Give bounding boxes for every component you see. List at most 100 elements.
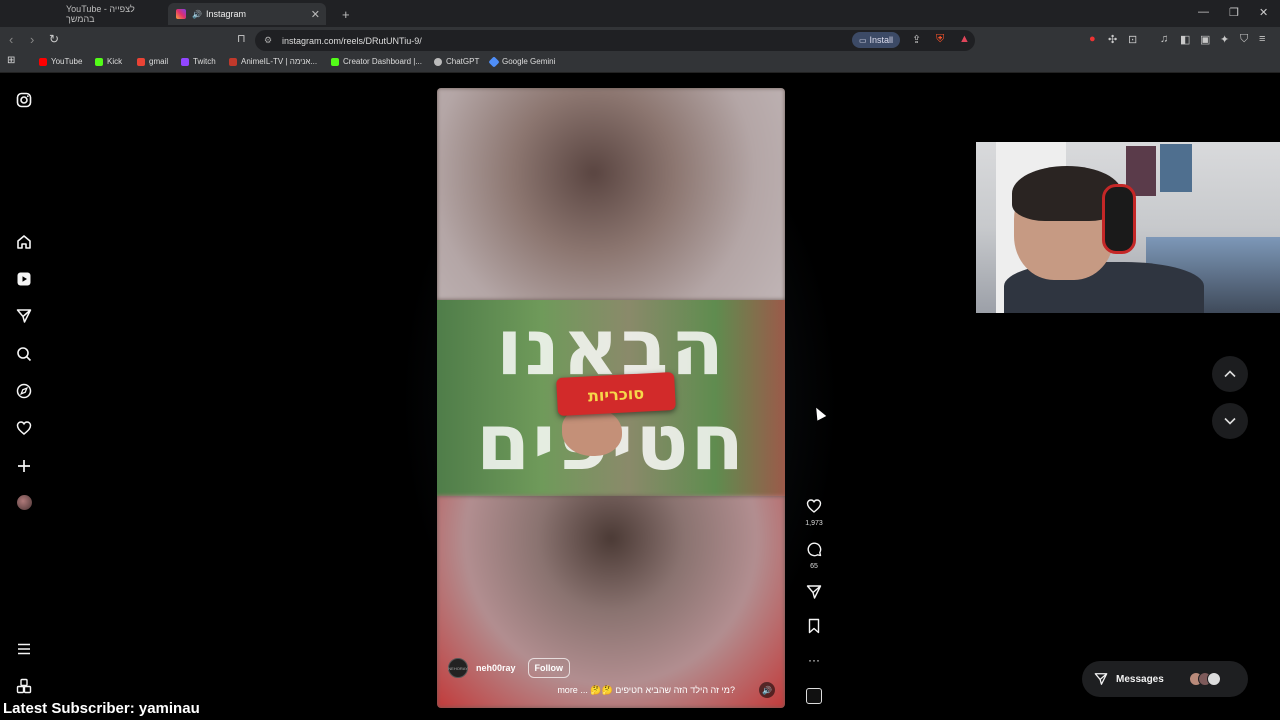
bookmark-label: Creator Dashboard |... bbox=[343, 57, 423, 66]
bookmark-creator-dashboard[interactable]: Creator Dashboard |... bbox=[331, 57, 422, 66]
heart-icon bbox=[803, 498, 825, 517]
search-icon[interactable] bbox=[16, 346, 32, 362]
notifications-heart-icon[interactable] bbox=[16, 420, 32, 436]
bookmark-animeil[interactable]: AnimeIL-TV | אנימה... bbox=[229, 57, 317, 66]
menu-hamburger-icon[interactable] bbox=[16, 641, 32, 657]
new-tab-button[interactable]: + bbox=[334, 3, 358, 25]
webcam-headset bbox=[1102, 184, 1136, 254]
share-icon[interactable]: ⇪ bbox=[912, 33, 921, 46]
bookmark-chatgpt[interactable]: ChatGPT bbox=[434, 57, 479, 66]
pinned-tab-youtube[interactable] bbox=[4, 3, 22, 25]
create-plus-icon[interactable] bbox=[16, 458, 32, 474]
messages-button[interactable]: Messages bbox=[1082, 661, 1248, 697]
tab-instagram[interactable]: 🔊 Instagram ✕ bbox=[168, 3, 326, 25]
direct-send-icon bbox=[803, 584, 825, 603]
bookmark-label: Twitch bbox=[193, 57, 216, 66]
reel-caption[interactable]: more ... 🤔🤔 מי זה הילד הזה שהביא חטיפים? bbox=[545, 685, 735, 696]
monitor-icon: ▭ bbox=[858, 35, 867, 45]
reel-video[interactable]: הבאנו חטיפים סוכריות NEHORAY neh00ray Fo… bbox=[437, 88, 785, 708]
share-button[interactable] bbox=[803, 584, 825, 603]
bookmark-label: YouTube bbox=[51, 57, 83, 66]
bookmark-kick[interactable]: Kick bbox=[95, 57, 122, 66]
reels-icon[interactable] bbox=[16, 271, 32, 287]
like-button[interactable]: 1,973 bbox=[803, 498, 825, 527]
url-text: instagram.com/reels/DRutUNTiu-9/ bbox=[282, 35, 422, 46]
direct-send-icon[interactable] bbox=[16, 308, 32, 324]
chevron-down-icon bbox=[1224, 417, 1236, 425]
bookmark-label: Google Gemini bbox=[502, 57, 556, 66]
kick-icon bbox=[331, 57, 339, 66]
bookmark-label: AnimeIL-TV | אנימה... bbox=[241, 57, 318, 66]
site-info-icon[interactable]: ⚙ bbox=[264, 35, 272, 46]
more-dots-icon: ··· bbox=[808, 653, 820, 667]
video-frame-middle: הבאנו חטיפים סוכריות bbox=[437, 300, 785, 496]
comment-count: 65 bbox=[810, 563, 818, 570]
extensions-icon[interactable]: ✣ bbox=[1108, 33, 1117, 46]
apps-grid-icon[interactable]: ⊞ bbox=[7, 55, 15, 66]
browser-tab-bar: YouTube - לצפייה בהמשך 🔊 Instagram ✕ + —… bbox=[0, 0, 1280, 27]
back-icon[interactable]: ‹ bbox=[9, 32, 13, 47]
speaker-mute-icon[interactable]: 🔊 bbox=[759, 682, 775, 698]
animeil-icon bbox=[229, 57, 237, 66]
screenshot-icon[interactable]: ⊡ bbox=[1128, 33, 1137, 46]
audio-source-button[interactable] bbox=[803, 688, 825, 704]
bookmark-page-icon[interactable]: ⊓ bbox=[237, 32, 246, 45]
record-extension-icon[interactable]: ● bbox=[1089, 33, 1096, 45]
home-icon[interactable] bbox=[16, 234, 32, 250]
next-reel-button[interactable] bbox=[1212, 403, 1248, 439]
author-username[interactable]: neh00ray bbox=[476, 663, 516, 673]
instagram-icon bbox=[176, 9, 186, 19]
bookmark-gemini[interactable]: Google Gemini bbox=[488, 55, 556, 68]
messages-label: Messages bbox=[1116, 673, 1164, 685]
message-avatar bbox=[1206, 672, 1221, 686]
chatgpt-icon bbox=[434, 57, 442, 66]
bookmark-label: gmail bbox=[149, 57, 169, 66]
maximize-icon[interactable]: ❐ bbox=[1229, 6, 1239, 19]
author-avatar[interactable]: NEHORAY bbox=[448, 658, 468, 678]
close-icon[interactable]: ✕ bbox=[311, 8, 320, 21]
reel-author: NEHORAY neh00ray Follow bbox=[448, 658, 571, 678]
bookmark-label: Kick bbox=[107, 57, 123, 66]
like-count: 1,973 bbox=[805, 520, 823, 527]
tab-youtube-watch-later[interactable]: YouTube - לצפייה בהמשך bbox=[58, 3, 166, 25]
forward-icon[interactable]: › bbox=[30, 32, 34, 47]
latest-subscriber-overlay: Latest Subscriber: yaminau bbox=[3, 700, 200, 717]
sidebar-toggle-icon[interactable]: ◧ bbox=[1180, 33, 1190, 46]
apps-grid-icon[interactable] bbox=[16, 678, 32, 694]
bookmark-youtube[interactable]: YouTube bbox=[39, 57, 82, 66]
instagram-icon[interactable] bbox=[16, 92, 32, 108]
kick-icon bbox=[95, 57, 103, 66]
previous-reel-button[interactable] bbox=[1212, 356, 1248, 392]
wallet-icon[interactable]: ▣ bbox=[1200, 33, 1210, 46]
bookmarks-bar: ⊞ YouTube Kick gmail Twitch AnimeIL-TV |… bbox=[0, 53, 1280, 73]
media-icon[interactable]: ♫ bbox=[1160, 33, 1168, 45]
bookmark-icon bbox=[803, 618, 825, 637]
vpn-shield-icon[interactable]: ⛉ bbox=[1240, 33, 1248, 46]
bookmark-twitch[interactable]: Twitch bbox=[181, 57, 216, 66]
bookmark-gmail[interactable]: gmail bbox=[137, 57, 168, 66]
save-button[interactable] bbox=[803, 618, 825, 637]
direct-send-icon bbox=[1094, 673, 1108, 685]
main-menu-icon[interactable]: ≡ bbox=[1259, 33, 1265, 45]
close-window-icon[interactable]: ✕ bbox=[1259, 6, 1268, 19]
speaker-icon: 🔊 bbox=[192, 9, 202, 19]
follow-button[interactable]: Follow bbox=[527, 658, 571, 678]
chevron-up-icon bbox=[1224, 370, 1236, 378]
comment-bubble-icon bbox=[803, 541, 825, 560]
youtube-icon bbox=[39, 57, 47, 66]
more-options-button[interactable]: ··· bbox=[803, 652, 825, 668]
reload-icon[interactable]: ↻ bbox=[49, 32, 59, 46]
brave-shield-icon[interactable]: ⛨ bbox=[936, 33, 944, 46]
explore-compass-icon[interactable] bbox=[16, 383, 32, 399]
snack-label: סוכריות bbox=[587, 383, 645, 405]
install-app-button[interactable]: ▭ Install bbox=[852, 32, 900, 48]
browser-toolbar: ‹ › ↻ ⊓ ⚙ instagram.com/reels/DRutUNTiu-… bbox=[0, 27, 1280, 53]
brave-rewards-icon[interactable]: ▲ bbox=[959, 33, 970, 45]
gmail-icon bbox=[137, 57, 145, 66]
audio-avatar-icon bbox=[806, 688, 822, 704]
profile-avatar-icon[interactable] bbox=[16, 495, 32, 511]
leo-ai-icon[interactable]: ✦ bbox=[1220, 33, 1229, 46]
minimize-icon[interactable]: — bbox=[1198, 6, 1209, 18]
comment-button[interactable]: 65 bbox=[803, 541, 825, 570]
webcam-overlay bbox=[976, 142, 1280, 313]
